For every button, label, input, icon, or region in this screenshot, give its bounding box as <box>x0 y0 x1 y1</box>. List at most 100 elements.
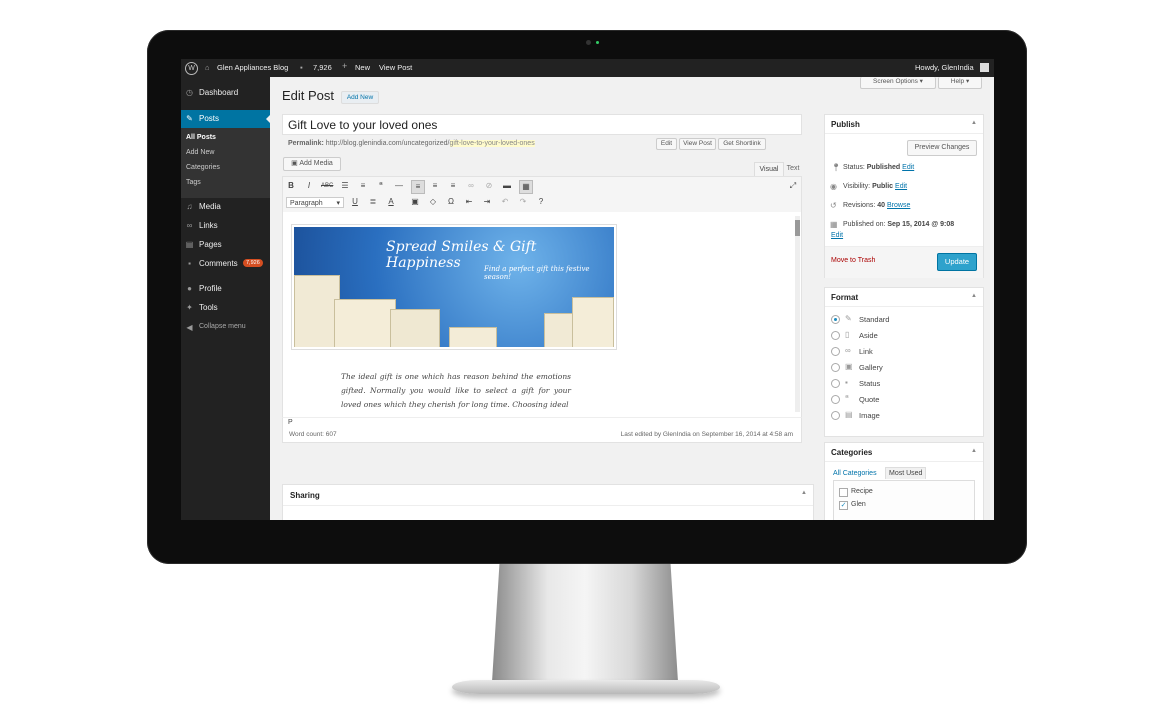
update-button[interactable]: Update <box>937 253 977 271</box>
sidebar-item-posts[interactable]: ✎ Posts <box>181 110 270 128</box>
submenu-add-new[interactable]: Add New <box>186 149 214 156</box>
clear-formatting-icon[interactable]: ◇ <box>427 196 439 208</box>
sharing-box: Sharing ▲ <box>282 484 814 520</box>
radio-selected-dot <box>834 318 837 321</box>
published-on-edit-link[interactable]: Edit <box>831 232 843 239</box>
categories-box: Categories ▲ All Categories Most Used Re… <box>824 442 984 520</box>
insert-link-icon[interactable]: ∞ <box>465 180 477 192</box>
sidebar-item-links[interactable]: ∞ Links <box>181 217 270 235</box>
format-label-link: Link <box>859 347 873 356</box>
media-icon: ▣ <box>291 160 298 167</box>
numbered-list-icon[interactable]: ≡ <box>357 180 369 192</box>
move-to-trash-link[interactable]: Move to Trash <box>831 257 875 264</box>
site-name-link[interactable]: Glen Appliances Blog <box>217 63 288 72</box>
redo-icon[interactable]: ↷ <box>517 196 529 208</box>
format-radio-standard[interactable] <box>831 315 840 324</box>
get-shortlink-button[interactable]: Get Shortlink <box>718 138 766 150</box>
submenu-all-posts[interactable]: All Posts <box>186 134 216 141</box>
blockquote-icon[interactable]: “ <box>375 180 387 192</box>
format-radio-image[interactable] <box>831 411 840 420</box>
format-radio-link[interactable] <box>831 347 840 356</box>
align-left-icon[interactable]: ≡ <box>411 180 425 194</box>
justify-icon[interactable]: ≣ <box>367 196 379 208</box>
editor-scrollbar[interactable] <box>795 216 800 412</box>
format-radio-quote[interactable] <box>831 395 840 404</box>
title-input[interactable]: Gift Love to your loved ones <box>282 114 802 135</box>
visibility-edit-link[interactable]: Edit <box>895 183 907 190</box>
new-link[interactable]: New <box>355 63 370 72</box>
screen-options-button[interactable]: Screen Options ▾ <box>860 77 936 89</box>
paste-text-icon[interactable]: ▣ <box>409 196 421 208</box>
special-character-icon[interactable]: Ω <box>445 196 457 208</box>
sidebar-item-collapse[interactable]: ◀ Collapse menu <box>181 319 270 337</box>
fullscreen-icon[interactable]: ⤢ <box>787 180 799 192</box>
align-right-icon[interactable]: ≡ <box>447 180 459 192</box>
status-label: Status: <box>843 164 865 171</box>
sidebar-item-tools[interactable]: ✦ Tools <box>181 299 270 317</box>
collapse-arrow-icon[interactable]: ▲ <box>971 120 977 126</box>
read-more-icon[interactable]: ▬ <box>501 180 513 192</box>
banner-image-frame[interactable]: Spread Smiles & Gift Happiness Find a pe… <box>291 224 617 350</box>
sidebar-item-media[interactable]: ♫ Media <box>181 198 270 216</box>
sidebar-item-comments[interactable]: ▪ Comments 7,926 <box>181 255 270 273</box>
view-post-button[interactable]: View Post <box>679 138 716 150</box>
last-edited: Last edited by GlenIndia on September 16… <box>620 431 793 438</box>
editor-content[interactable]: Spread Smiles & Gift Happiness Find a pe… <box>282 212 802 418</box>
toolbar-toggle-icon[interactable]: ▦ <box>519 180 533 194</box>
underline-icon[interactable]: U <box>349 196 361 208</box>
strikethrough-icon[interactable]: ABC <box>321 180 333 192</box>
unlink-icon[interactable]: ⊘ <box>483 180 495 192</box>
collapse-arrow-icon[interactable]: ▲ <box>801 490 807 496</box>
view-post-link[interactable]: View Post <box>379 63 412 72</box>
italic-icon[interactable]: I <box>303 180 315 192</box>
add-media-button[interactable]: ▣ Add Media <box>283 157 341 171</box>
category-checkbox-recipe[interactable] <box>839 488 848 497</box>
preview-changes-button[interactable]: Preview Changes <box>907 140 977 156</box>
help-icon[interactable]: ? <box>535 196 547 208</box>
submenu-categories[interactable]: Categories <box>186 164 220 171</box>
sidebar-item-label: Pages <box>199 240 222 249</box>
howdy-user[interactable]: Howdy, GlenIndia <box>915 63 974 72</box>
help-button[interactable]: Help ▾ <box>938 77 982 89</box>
format-box: Format ▲ ✎ Standard ▯ Aside ∞ Link ▣ Gal… <box>824 287 984 437</box>
tab-all-categories[interactable]: All Categories <box>833 470 877 477</box>
indent-icon[interactable]: ⇥ <box>481 196 493 208</box>
bullet-list-icon[interactable]: ☰ <box>339 180 351 192</box>
wordpress-logo-icon[interactable]: W <box>185 62 198 75</box>
sidebar-item-pages[interactable]: ▤ Pages <box>181 236 270 254</box>
sidebar-item-dashboard[interactable]: ◷ Dashboard <box>181 84 270 102</box>
scrollbar-thumb[interactable] <box>795 220 800 236</box>
permalink-slug[interactable]: gift-love-to-your-loved-ones <box>449 140 535 147</box>
tab-most-used[interactable]: Most Used <box>885 467 927 479</box>
revisions-label: Revisions: <box>843 202 876 209</box>
sidebar-item-label: Media <box>199 202 221 211</box>
category-checkbox-glen[interactable]: ✓ <box>839 501 848 510</box>
revisions-value: 40 <box>877 202 886 209</box>
browse-revisions-link[interactable]: Browse <box>887 202 910 209</box>
tab-text[interactable]: Text <box>784 162 802 175</box>
horizontal-line-icon[interactable]: — <box>393 180 405 192</box>
outdent-icon[interactable]: ⇤ <box>463 196 475 208</box>
screen: W ⌂ Glen Appliances Blog ▪ 7,926 + New V… <box>181 59 994 520</box>
tab-visual[interactable]: Visual <box>754 162 784 176</box>
format-select[interactable]: Paragraph ▾ <box>286 197 344 208</box>
wrench-icon: ✦ <box>186 303 193 312</box>
format-radio-aside[interactable] <box>831 331 840 340</box>
comments-count-link[interactable]: 7,926 <box>313 63 332 72</box>
bold-icon[interactable]: B <box>285 180 297 192</box>
status-edit-link[interactable]: Edit <box>902 164 914 171</box>
add-new-button[interactable]: Add New <box>341 91 379 104</box>
camera <box>586 40 591 45</box>
collapse-arrow-icon[interactable]: ▲ <box>971 293 977 299</box>
submenu-tags[interactable]: Tags <box>186 179 201 186</box>
align-center-icon[interactable]: ≡ <box>429 180 441 192</box>
collapse-arrow-icon[interactable]: ▲ <box>971 448 977 454</box>
permalink-edit-button[interactable]: Edit <box>656 138 677 150</box>
avatar[interactable] <box>980 63 989 72</box>
text-color-icon[interactable]: A <box>385 196 397 208</box>
undo-icon[interactable]: ↶ <box>499 196 511 208</box>
sidebar-item-profile[interactable]: ● Profile <box>181 280 270 298</box>
calendar-icon: ▦ <box>830 220 838 229</box>
format-radio-status[interactable] <box>831 379 840 388</box>
format-radio-gallery[interactable] <box>831 363 840 372</box>
